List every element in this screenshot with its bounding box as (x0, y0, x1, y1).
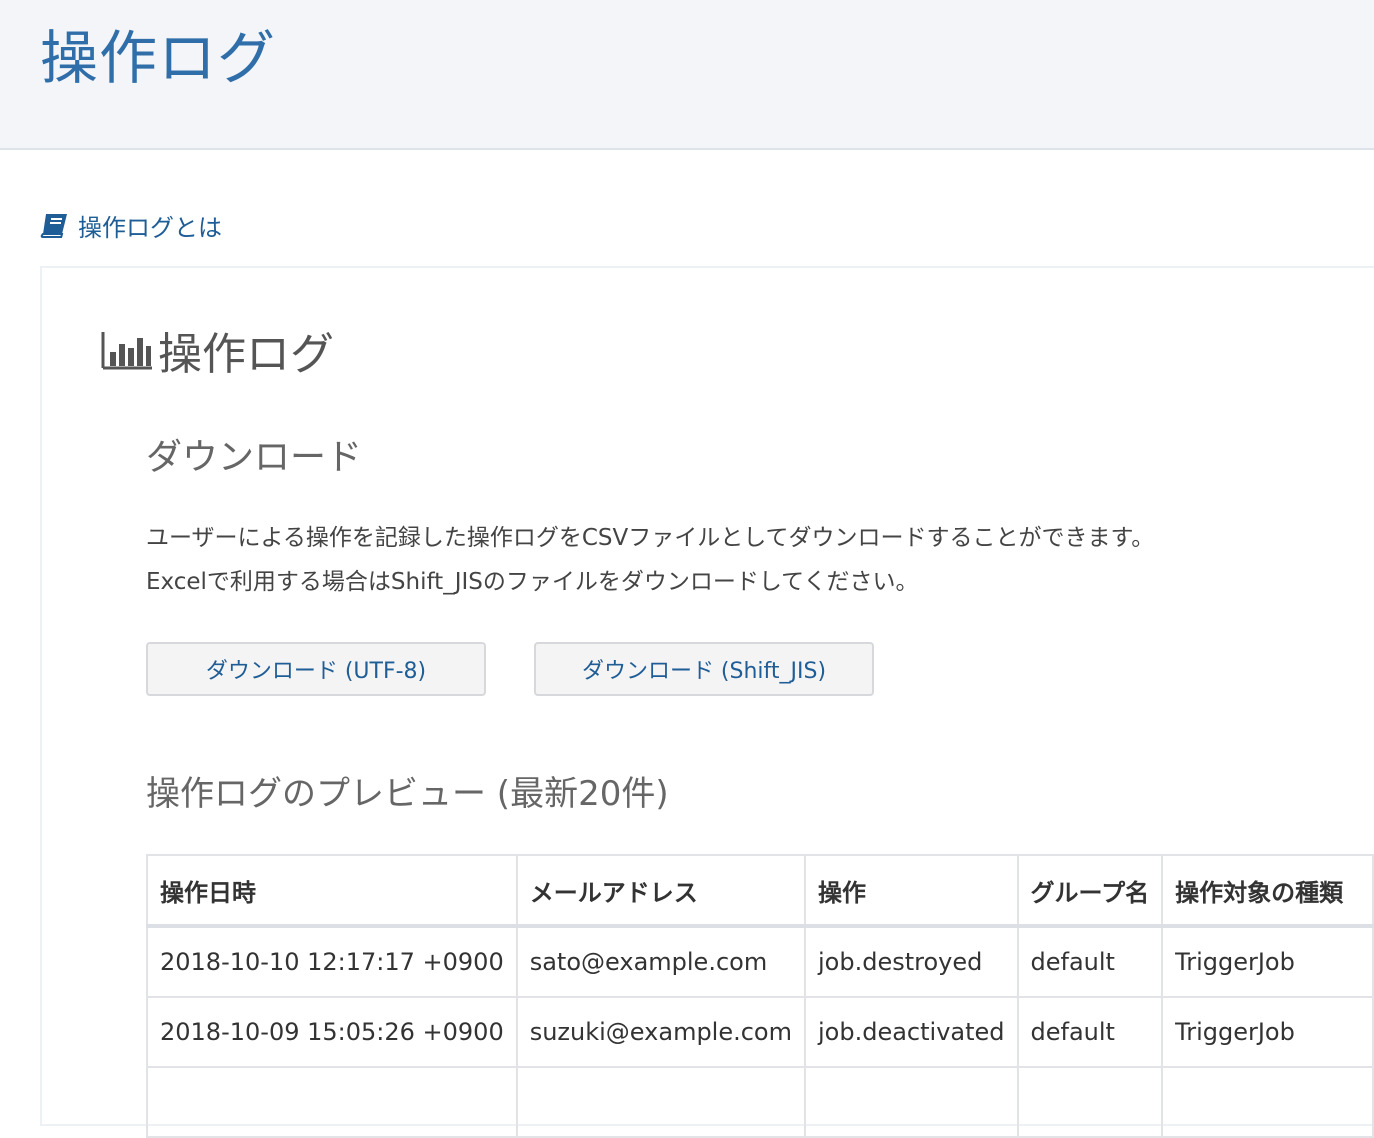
cell-datetime: 2018-10-10 12:17:17 +0900 (146, 925, 518, 998)
cell-email: suzuki@example.com (515, 996, 807, 1068)
table-row: 2018-10-10 12:17:17 +0900 sato@example.c… (146, 925, 1374, 998)
download-heading: ダウンロード (146, 437, 363, 478)
column-header-group: グループ名 (1016, 854, 1164, 928)
cell-target-type: TriggerJob (1161, 925, 1374, 998)
column-header-datetime: 操作日時 (146, 854, 518, 928)
download-utf8-button[interactable]: ダウンロード (UTF-8) (146, 642, 486, 696)
cell-target-type (1161, 1066, 1374, 1138)
cell-operation: job.deactivated (804, 996, 1019, 1068)
column-header-target-type: 操作対象の種類 (1161, 854, 1374, 928)
help-link[interactable]: 操作ログとは (40, 208, 222, 243)
description-line: Excelで利用する場合はShift_JISのファイルをダウンロードしてください… (146, 569, 919, 595)
cell-email (515, 1066, 807, 1138)
description-line: ユーザーによる操作を記録した操作ログをCSVファイルとしてダウンロードすることが… (146, 525, 1155, 551)
column-header-operation: 操作 (804, 854, 1019, 928)
table-header-row: 操作日時 メールアドレス 操作 グループ名 操作対象の種類 (146, 854, 1374, 928)
cell-group: default (1016, 996, 1164, 1068)
cell-group: default (1016, 925, 1164, 998)
download-description: ユーザーによる操作を記録した操作ログをCSVファイルとしてダウンロードすることが… (146, 516, 1154, 604)
cell-group (1016, 1066, 1164, 1138)
card-title-label: 操作ログ (158, 329, 334, 380)
cell-datetime: 2018-10-09 15:05:26 +0900 (146, 996, 518, 1068)
cell-operation (804, 1066, 1019, 1138)
table-row (146, 1066, 1374, 1138)
book-icon (40, 212, 70, 240)
help-link-label: 操作ログとは (78, 214, 222, 242)
page-header: 操作ログ (0, 0, 1374, 150)
cell-operation: job.destroyed (804, 925, 1019, 998)
cell-target-type: TriggerJob (1161, 996, 1374, 1068)
bar-chart-icon (100, 328, 154, 372)
cell-email: sato@example.com (515, 925, 807, 998)
download-shift-jis-button[interactable]: ダウンロード (Shift_JIS) (534, 642, 874, 696)
cell-datetime (146, 1066, 518, 1138)
card-title: 操作ログ (100, 318, 334, 382)
table-row: 2018-10-09 15:05:26 +0900 suzuki@example… (146, 996, 1374, 1068)
page-title: 操作ログ (40, 24, 277, 92)
preview-heading: 操作ログのプレビュー (最新20件) (146, 774, 669, 814)
log-preview-table: 操作日時 メールアドレス 操作 グループ名 操作対象の種類 2018-10-10… (146, 854, 1374, 1138)
column-header-email: メールアドレス (515, 854, 807, 928)
